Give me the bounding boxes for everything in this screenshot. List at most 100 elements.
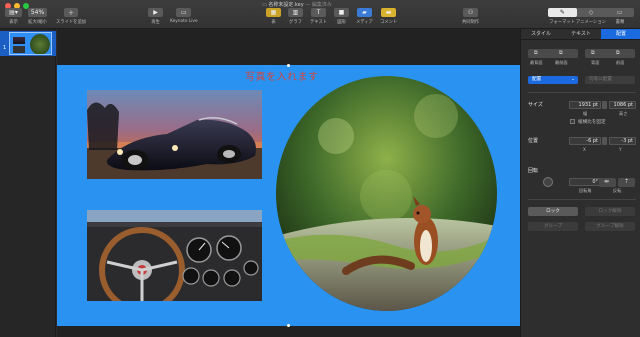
- window-title: ▭ 名称未設定.key — 編集済み: [262, 2, 332, 8]
- distribute-dropdown[interactable]: 均等に配置: [585, 76, 635, 84]
- view-label: 表示: [9, 20, 18, 25]
- bring-forward-icon[interactable]: ⧉: [616, 50, 620, 56]
- position-section-label: 位置: [528, 138, 539, 144]
- width-label: 幅: [583, 111, 588, 116]
- divider: [528, 199, 636, 200]
- width-stepper[interactable]: [602, 101, 607, 109]
- chart-icon: ▥: [288, 8, 303, 17]
- send-to-back-icon[interactable]: ⧉: [534, 50, 538, 56]
- slide-thumbnail-image[interactable]: [9, 32, 52, 55]
- zoom-control[interactable]: 54% 拡大/縮小: [28, 8, 47, 25]
- inspector-switcher: ✎ ◇ ▭: [548, 8, 634, 17]
- flip-vertical-icon: ⇡: [624, 178, 630, 185]
- lock-button[interactable]: ロック: [528, 207, 578, 216]
- animate-label: アニメーション: [576, 20, 606, 25]
- format-label: フォーマット: [549, 20, 575, 25]
- format-inspector: スタイル テキスト 配置 ⧉ ⧉ ⧉ ⧉ 最背面 最前面 背面 前面 配置 ⌄ …: [520, 29, 640, 337]
- rotate-dial[interactable]: [543, 177, 553, 187]
- rotate-section-label: 回転: [528, 168, 539, 174]
- sports-car-image: [87, 90, 262, 179]
- zoom-value: 54%: [28, 8, 47, 17]
- table-label: 表: [271, 20, 276, 25]
- thumb-dashboard-image: [13, 46, 25, 53]
- text-button[interactable]: T テキスト: [310, 8, 327, 25]
- comment-icon: ▬: [381, 8, 397, 17]
- ungroup-button[interactable]: グループ解除: [585, 222, 635, 231]
- format-tab-button[interactable]: ✎: [548, 8, 577, 17]
- flip-horizontal-button[interactable]: ⇹: [599, 178, 616, 187]
- squirrel-photo[interactable]: [276, 76, 497, 311]
- constrain-proportions-label: 縦横比を固定: [578, 120, 606, 125]
- y-field[interactable]: -3 pt: [609, 137, 636, 145]
- collaborate-button[interactable]: ⚇ 共同制作: [462, 8, 479, 25]
- play-label: 再生: [151, 20, 160, 25]
- view-icon: ▤▾: [5, 8, 22, 17]
- keynote-live-label: Keynote Live: [170, 19, 198, 24]
- send-to-back-label: 最背面: [530, 60, 543, 65]
- height-field[interactable]: 1086 pt: [609, 101, 636, 109]
- play-button[interactable]: ▶ 再生: [148, 8, 163, 25]
- slide-navigator: 1: [0, 29, 56, 337]
- align-dropdown-value: 配置: [532, 77, 542, 82]
- width-field[interactable]: 1931 pt: [569, 101, 601, 109]
- squirrel-image: [276, 76, 497, 311]
- group-button[interactable]: グループ: [528, 222, 578, 231]
- shape-button[interactable]: ■ 図形: [334, 8, 349, 25]
- bring-to-front-icon[interactable]: ⧉: [559, 50, 563, 56]
- text-label: テキスト: [310, 20, 328, 25]
- selection-handle-bottom[interactable]: [287, 324, 290, 327]
- constrain-proportions-checkbox[interactable]: [570, 119, 575, 124]
- car-photo[interactable]: [87, 90, 262, 179]
- dashboard-photo[interactable]: [87, 210, 262, 301]
- tab-style[interactable]: スタイル: [521, 29, 561, 39]
- shape-label: 図形: [337, 20, 346, 25]
- tab-arrange[interactable]: 配置: [601, 29, 640, 39]
- collaborate-label: 共同制作: [462, 20, 480, 25]
- chevron-down-icon: ⌄: [571, 77, 575, 82]
- steering-wheel-image: [87, 210, 262, 301]
- x-stepper[interactable]: [602, 137, 607, 145]
- view-control[interactable]: ▤▾ 表示: [5, 8, 22, 25]
- document-settings-icon: ▭: [616, 9, 623, 16]
- slide-title[interactable]: 写真を入れます: [245, 68, 319, 83]
- align-dropdown[interactable]: 配置 ⌄: [528, 76, 578, 84]
- paintbrush-icon: ✎: [559, 9, 565, 16]
- flip-vertical-button[interactable]: ⇡: [618, 178, 635, 187]
- keynote-window: ▭ 名称未設定.key — 編集済み ▤▾ 表示 54% 拡大/縮小 ＋ スライ…: [0, 0, 640, 337]
- x-field[interactable]: -6 pt: [569, 137, 601, 145]
- selection-handle-top[interactable]: [287, 64, 290, 67]
- inspector-switcher-labels: フォーマット アニメーション 書類: [548, 19, 634, 25]
- document-tab-button[interactable]: ▭: [605, 8, 634, 17]
- chart-label: グラフ: [289, 20, 302, 25]
- send-backward-icon[interactable]: ⧉: [591, 50, 595, 56]
- comment-button[interactable]: ▬ コメント: [380, 8, 397, 25]
- media-label: メディア: [356, 20, 373, 25]
- backward-label: 背面: [591, 60, 600, 65]
- add-slide-button[interactable]: ＋ スライドを追加: [56, 8, 86, 25]
- distribute-dropdown-value: 均等に配置: [589, 77, 612, 82]
- zoom-label: 拡大/縮小: [28, 20, 47, 25]
- flip-label: 反転: [613, 188, 622, 193]
- keynote-live-button[interactable]: ▭ Keynote Live: [170, 8, 198, 24]
- unlock-button[interactable]: ロック解除: [585, 207, 635, 216]
- play-icon: ▶: [148, 8, 163, 17]
- animation-icon: ◇: [588, 9, 594, 16]
- comment-label: コメント: [380, 20, 398, 25]
- divider: [528, 92, 636, 93]
- toolbar: ▭ 名称未設定.key — 編集済み ▤▾ 表示 54% 拡大/縮小 ＋ スライ…: [0, 0, 640, 29]
- chart-button[interactable]: ▥ グラフ: [288, 8, 303, 25]
- animate-tab-button[interactable]: ◇: [577, 8, 606, 17]
- height-label: 高さ: [619, 111, 628, 116]
- tab-text[interactable]: テキスト: [561, 29, 601, 39]
- table-button[interactable]: ▦ 表: [266, 8, 281, 25]
- thumb-car-image: [13, 37, 25, 44]
- live-icon: ▭: [176, 8, 192, 17]
- thumb-squirrel-image: [30, 34, 50, 54]
- angle-label: 回転角: [579, 188, 592, 193]
- angle-field[interactable]: 0°: [569, 178, 601, 186]
- bring-to-front-label: 最前面: [555, 60, 568, 65]
- slide-number: 1: [3, 45, 7, 51]
- inspector-tabs: スタイル テキスト 配置: [521, 29, 640, 40]
- flip-horizontal-icon: ⇹: [604, 178, 610, 185]
- media-button[interactable]: ▰ メディア: [356, 8, 373, 25]
